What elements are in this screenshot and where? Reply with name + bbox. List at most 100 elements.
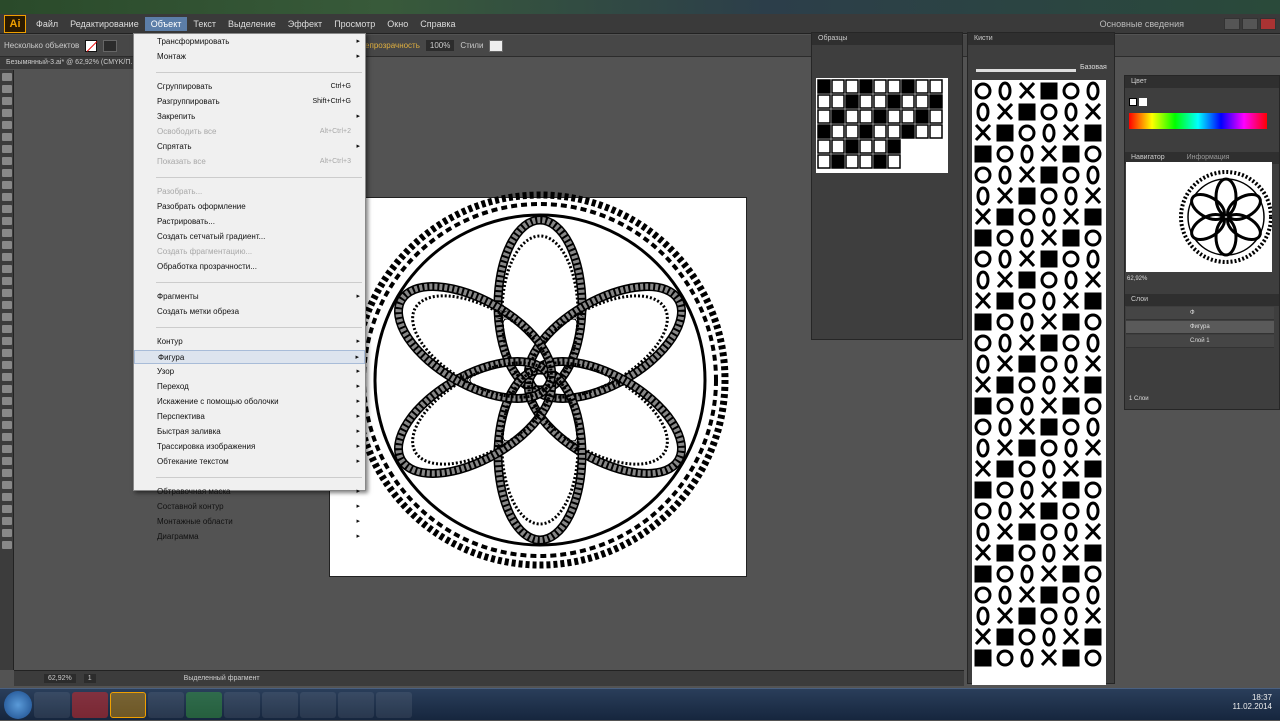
tool-icon[interactable] xyxy=(2,109,12,117)
tool-icon[interactable] xyxy=(2,301,12,309)
tool-icon[interactable] xyxy=(2,349,12,357)
object-menu-item[interactable]: Разобрать оформление xyxy=(134,200,365,214)
brush-library-grid[interactable] xyxy=(972,80,1106,685)
tool-icon[interactable] xyxy=(2,253,12,261)
tool-icon[interactable] xyxy=(2,313,12,321)
tool-icon[interactable] xyxy=(2,373,12,381)
object-menu-item[interactable]: Монтажные области ▸ xyxy=(134,515,365,529)
stroke-swatch[interactable] xyxy=(103,39,118,52)
tool-icon[interactable] xyxy=(2,385,12,393)
artboard-number[interactable]: 1 xyxy=(83,674,96,683)
object-menu-item[interactable]: Фрагменты ▸ xyxy=(134,290,365,304)
object-menu-item[interactable]: Перспектива ▸ xyxy=(134,410,365,424)
zoom-level[interactable]: 62,92% xyxy=(44,674,76,683)
object-menu-item[interactable]: Создать метки обреза xyxy=(134,305,365,319)
object-menu-item[interactable]: Закрепить ▸ xyxy=(134,110,365,124)
navigator-tab[interactable]: Навигатор xyxy=(1131,154,1165,161)
tool-icon[interactable] xyxy=(2,541,12,549)
document-tab[interactable]: Безымянный-3.ai* @ 62,92% (CMYK/П... xyxy=(0,57,140,69)
app-icon[interactable] xyxy=(262,692,298,718)
minimize-icon[interactable] xyxy=(1224,17,1240,30)
menu-5[interactable]: Эффект xyxy=(282,17,328,31)
workspace-switcher[interactable]: Основные сведения xyxy=(1100,19,1184,29)
object-menu-item[interactable]: Сгруппировать Ctrl+G xyxy=(134,80,365,94)
tool-icon[interactable] xyxy=(2,205,12,213)
basic-brush-stroke[interactable] xyxy=(976,69,1076,72)
object-menu-item[interactable]: Разгруппировать Shift+Ctrl+G xyxy=(134,95,365,109)
tool-icon[interactable] xyxy=(2,493,12,501)
app-icon[interactable] xyxy=(338,692,374,718)
chrome-icon[interactable] xyxy=(186,692,222,718)
object-menu-item[interactable]: Обработка прозрачности... xyxy=(134,260,365,274)
object-menu-item[interactable]: Узор ▸ xyxy=(134,365,365,379)
object-menu-item[interactable]: Создать сетчатый градиент... xyxy=(134,230,365,244)
opacity-label[interactable]: Непрозрачность xyxy=(359,41,420,50)
tool-icon[interactable] xyxy=(2,229,12,237)
info-tab[interactable]: Информация xyxy=(1187,154,1230,161)
tool-icon[interactable] xyxy=(2,469,12,477)
navigator-zoom[interactable]: 62,92% xyxy=(1127,276,1147,282)
tool-icon[interactable] xyxy=(2,289,12,297)
save-icon[interactable] xyxy=(224,692,260,718)
tool-icon[interactable] xyxy=(2,145,12,153)
object-menu-item[interactable]: Монтаж ▸ xyxy=(134,50,365,64)
tool-icon[interactable] xyxy=(2,181,12,189)
object-menu-item[interactable]: Диаграмма ▸ xyxy=(134,530,365,544)
object-menu-item[interactable]: Обтравочная маска ▸ xyxy=(134,485,365,499)
tool-icon[interactable] xyxy=(2,157,12,165)
swatches-panel-tab[interactable]: Образцы xyxy=(812,33,962,45)
tool-icon[interactable] xyxy=(2,337,12,345)
tool-icon[interactable] xyxy=(2,217,12,225)
mandala-artwork[interactable]: ✩✩✩✩✩✩ xyxy=(340,190,740,585)
object-menu-item[interactable]: Искажение с помощью оболочки ▸ xyxy=(134,395,365,409)
tool-icon[interactable] xyxy=(2,325,12,333)
maximize-icon[interactable] xyxy=(1242,17,1258,30)
tool-icon[interactable] xyxy=(2,277,12,285)
tool-icon[interactable] xyxy=(2,241,12,249)
tool-icon[interactable] xyxy=(2,361,12,369)
object-menu-item[interactable]: Переход ▸ xyxy=(134,380,365,394)
object-menu-item[interactable]: Составной контур ▸ xyxy=(134,500,365,514)
menu-8[interactable]: Справка xyxy=(414,17,461,31)
tool-icon[interactable] xyxy=(2,421,12,429)
fill-color-swatch[interactable] xyxy=(1129,98,1137,106)
object-menu-item[interactable]: Быстрая заливка ▸ xyxy=(134,425,365,439)
menu-6[interactable]: Просмотр xyxy=(328,17,381,31)
clock-time[interactable]: 18:37 xyxy=(1152,689,1272,702)
styles-swatch[interactable] xyxy=(489,39,504,52)
brushes-panel-tab[interactable]: Кисти xyxy=(968,33,1114,45)
tool-icon[interactable] xyxy=(2,481,12,489)
tool-icon[interactable] xyxy=(2,457,12,465)
illustrator-task-icon[interactable] xyxy=(110,692,146,718)
menu-0[interactable]: Файл xyxy=(30,17,64,31)
layer-row[interactable]: Фигура xyxy=(1126,321,1274,334)
stroke-color-swatch[interactable] xyxy=(1139,98,1147,106)
color-panel-tab[interactable]: Цвет xyxy=(1125,76,1279,88)
color-spectrum[interactable] xyxy=(1129,113,1267,129)
swatch-grid[interactable] xyxy=(816,78,948,173)
explorer-icon[interactable] xyxy=(34,692,70,718)
menu-4[interactable]: Выделение xyxy=(222,17,282,31)
tool-icon[interactable] xyxy=(2,397,12,405)
menu-1[interactable]: Редактирование xyxy=(64,17,145,31)
tool-icon[interactable] xyxy=(2,193,12,201)
fill-swatch[interactable] xyxy=(85,39,98,52)
tool-icon[interactable] xyxy=(2,169,12,177)
object-menu-item[interactable]: Обтекание текстом ▸ xyxy=(134,455,365,469)
layer-row[interactable]: Слой 1 xyxy=(1126,335,1274,348)
tool-icon[interactable] xyxy=(2,133,12,141)
tool-icon[interactable] xyxy=(2,85,12,93)
object-menu-item[interactable]: Фигура ▸ xyxy=(134,350,365,364)
mail-icon[interactable] xyxy=(148,692,184,718)
tool-icon[interactable] xyxy=(2,409,12,417)
tool-icon[interactable] xyxy=(2,433,12,441)
tool-icon[interactable] xyxy=(2,97,12,105)
tool-icon[interactable] xyxy=(2,445,12,453)
tool-icon[interactable] xyxy=(2,529,12,537)
opacity-value[interactable]: 100% xyxy=(425,40,455,51)
navigator-preview[interactable] xyxy=(1126,162,1273,272)
tool-icon[interactable] xyxy=(2,517,12,525)
tool-icon[interactable] xyxy=(2,265,12,273)
menu-7[interactable]: Окно xyxy=(381,17,414,31)
tool-icon[interactable] xyxy=(2,73,12,81)
